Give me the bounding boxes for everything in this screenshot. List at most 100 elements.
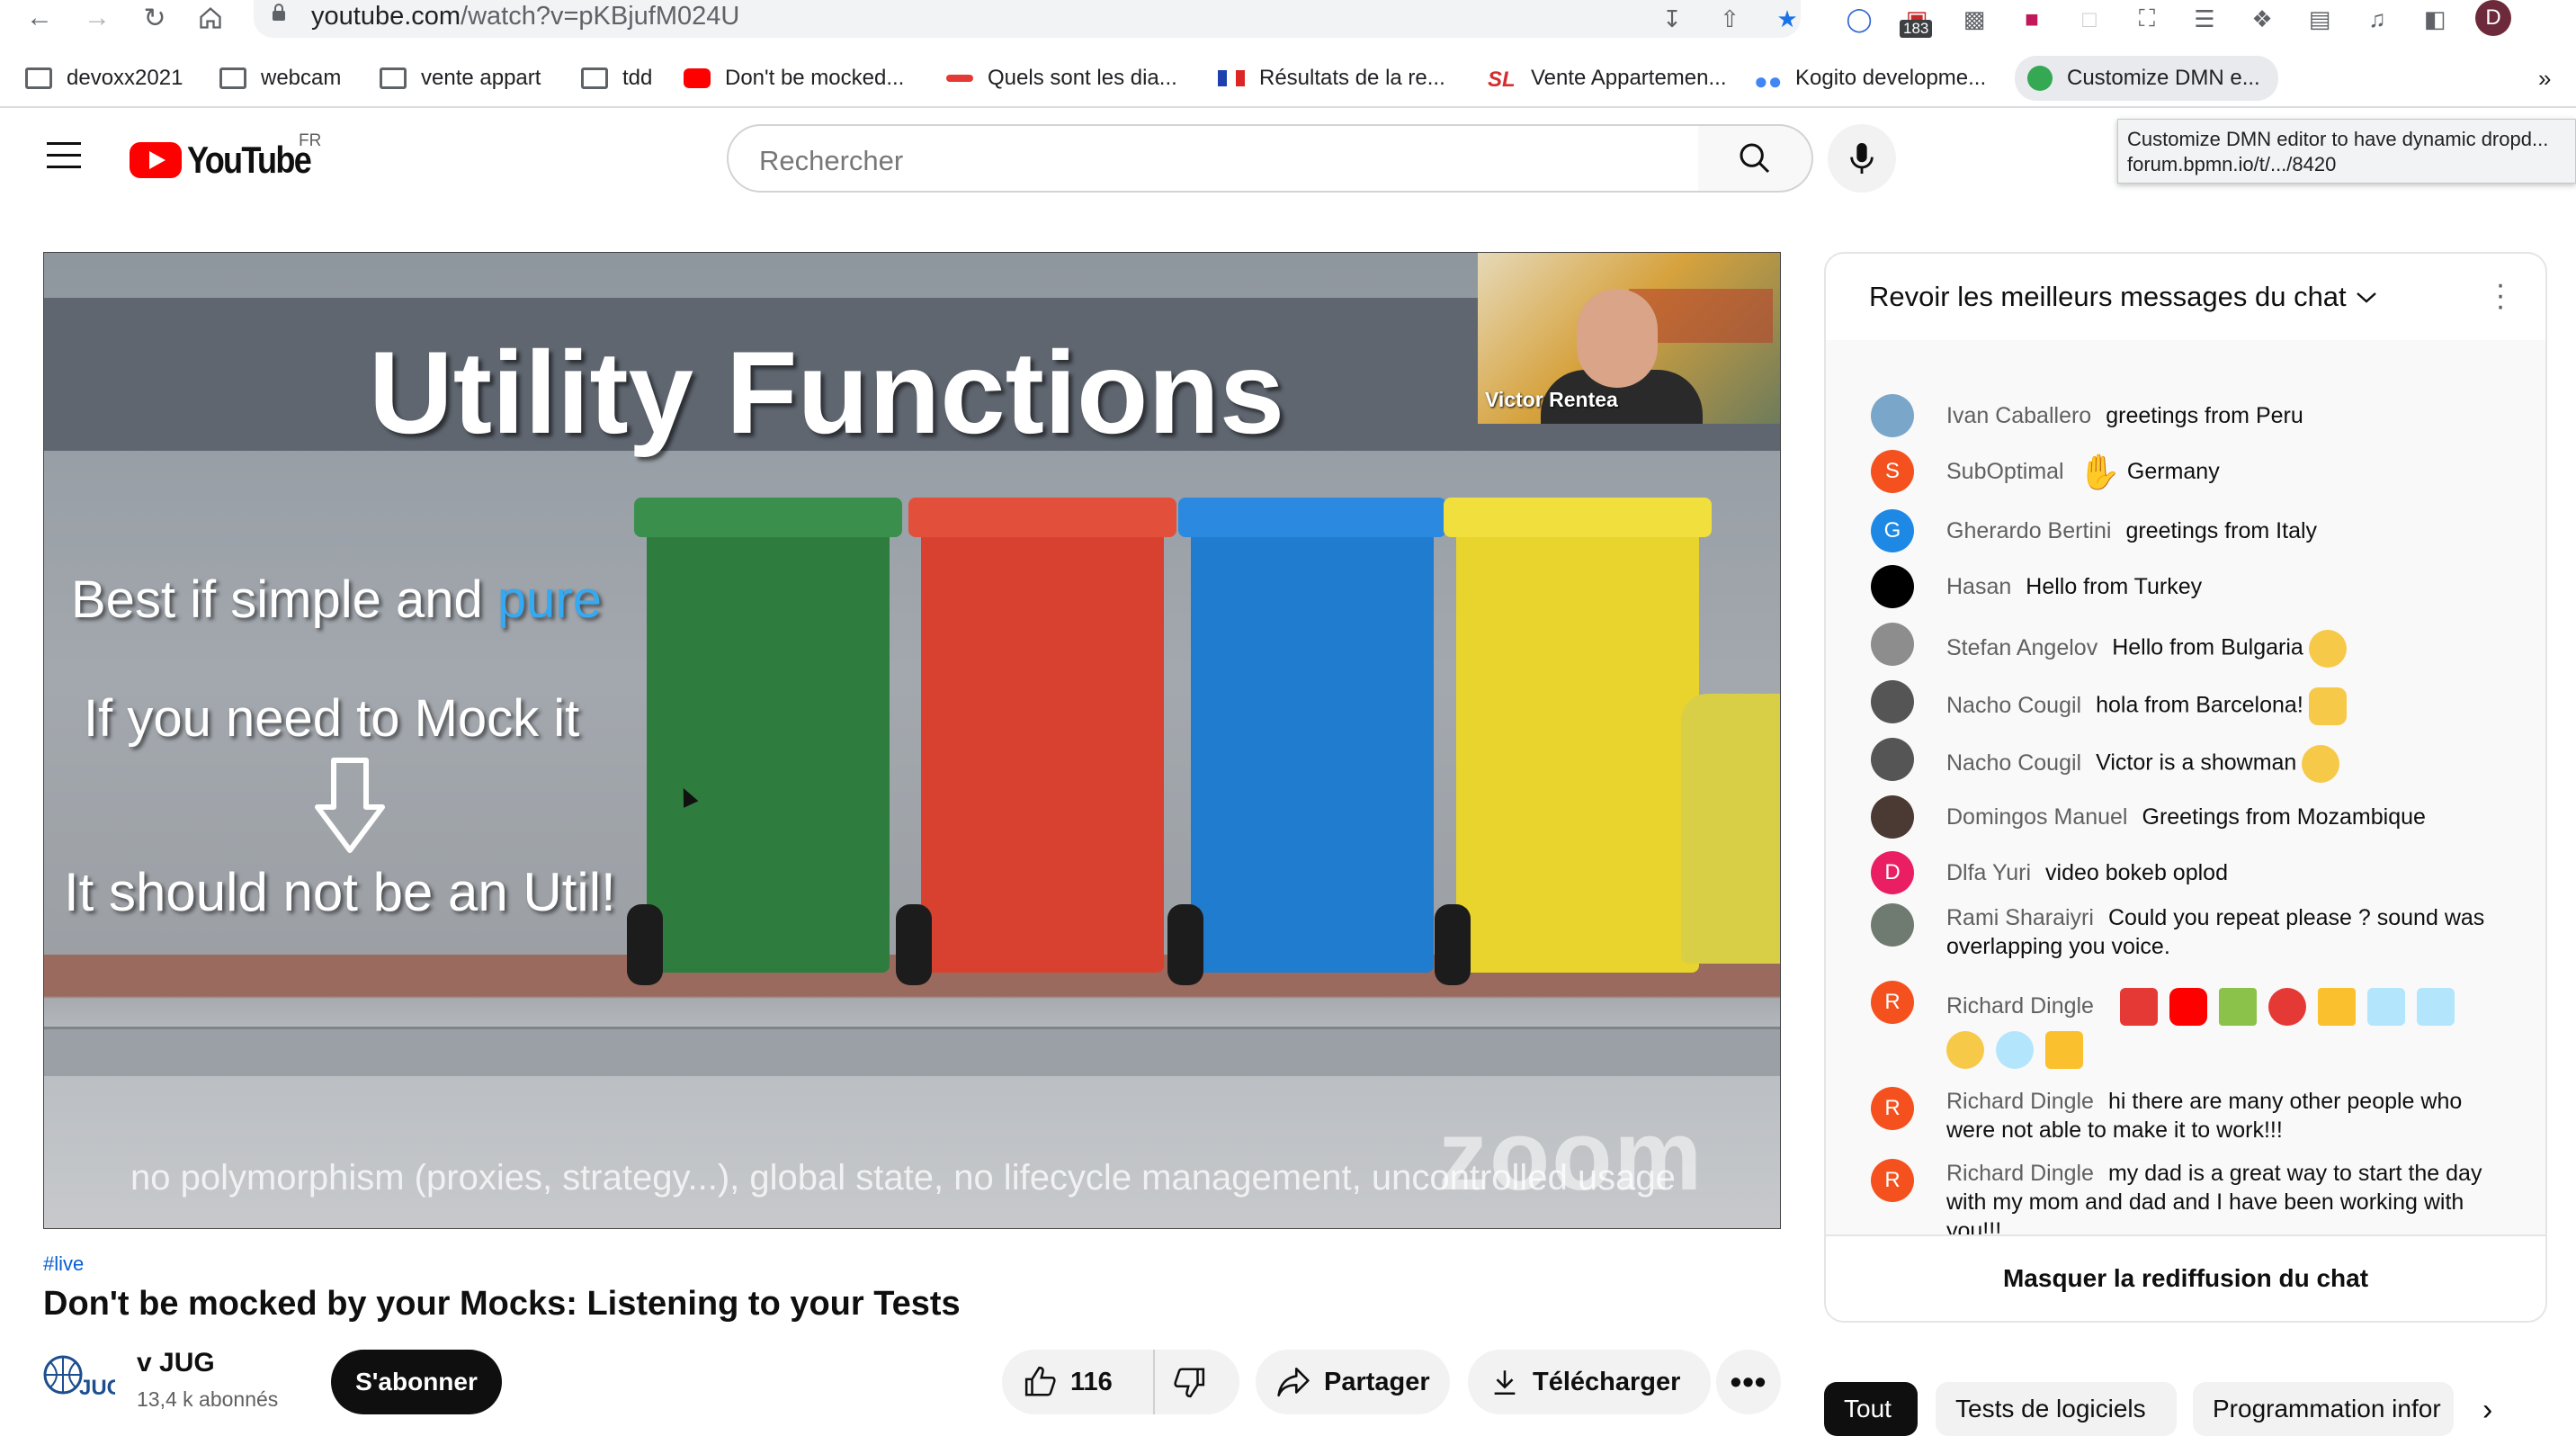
chat-message: Ivan Caballero greetings from Peru [1871,394,2491,437]
avatar: D [1871,851,1914,894]
download-button[interactable]: Télécharger [1468,1350,1711,1414]
thumbs-up-icon [1024,1366,1056,1396]
svg-text:JUG: JUG [79,1376,115,1400]
download-icon [1494,1370,1516,1396]
chat-message: Domingos Manuel Greetings from Mozambique [1871,795,2491,839]
menu-icon[interactable] [47,142,81,169]
avatar: G [1871,509,1914,552]
chevron-right-icon[interactable]: › [2482,1393,2492,1428]
channel-name[interactable]: v JUG [137,1348,215,1378]
cast-icon[interactable]: ▤ [2303,2,2337,36]
dislike-button[interactable] [1155,1350,1236,1414]
avatar [1871,738,1914,781]
chip-all[interactable]: Tout [1824,1382,1918,1436]
bookmark-item[interactable]: Résultats de la re... [1218,56,1445,101]
folder-icon [219,67,246,89]
extension-piano-icon[interactable]: ▩ [1957,2,1991,36]
bookmark-item[interactable]: ●● Kogito developme... [1754,56,1986,101]
country-code: FR [299,131,322,150]
bookmark-star-icon[interactable]: ★ [1770,2,1804,36]
back-arrow-icon[interactable]: ← [22,0,58,36]
chat-message: Rami Sharaiyri Could you repeat please ? … [1871,903,2491,961]
youtube-icon [684,68,711,88]
reload-icon[interactable]: ↻ [137,0,173,36]
folder-icon [581,67,608,89]
search-input[interactable] [757,144,1570,178]
chat-more-icon[interactable]: · · · [2495,269,2506,321]
search-button[interactable] [1698,124,1813,193]
avatar [1871,680,1914,723]
side-panel-icon[interactable]: ◧ [2418,2,2452,36]
extension-grey-icon[interactable]: □ [2072,2,2106,36]
extension-compass-icon[interactable]: ◯ [1842,2,1876,36]
extension-badge: 183 [1900,20,1933,38]
search-icon [1740,143,1770,174]
extension-pink-icon[interactable]: ■ [2015,2,2049,36]
bookmark-item[interactable]: SL Vente Appartemen... [1488,56,1727,101]
screenshot-icon[interactable]: ⛶ [2130,2,2164,36]
bookmarks-bar: devoxx2021 webcam vente appart tdd Don't… [0,56,2576,101]
hide-chat-replay-button[interactable]: Masquer la rediffusion du chat [1826,1234,2545,1321]
bookmark-item[interactable]: devoxx2021 [25,56,183,101]
chat-message: Hasan Hello from Turkey [1871,565,2491,608]
speaker-face [1577,289,1658,388]
bpmn-icon [2027,66,2053,91]
share-icon[interactable]: ⇧ [1713,2,1747,36]
thumbs-down-icon [1174,1368,1205,1398]
avatar [1871,394,1914,437]
bowtie-emoji-icon [2218,988,2257,1026]
avatar: R [1871,1159,1914,1202]
chevron-down-icon [2357,292,2377,303]
avatar: R [1871,1087,1914,1130]
bookmark-item[interactable]: Quels sont les dia... [946,56,1177,101]
voice-search-button[interactable] [1828,124,1896,193]
address-bar[interactable]: youtube.com/watch?v=pKBjufM024U [254,0,1801,38]
chat-message: S SubOptimal ✋ Germany [1871,450,2491,493]
puzzle-icon[interactable]: ❖ [2245,2,2279,36]
chat-message: R Richard Dingle my dad is a great way to… [1871,1159,2491,1245]
chat-message: Nacho Cougil Victor is a showman [1871,738,2491,783]
speaker-webcam: Victor Rentea [1478,253,1780,424]
chip-software-testing[interactable]: Tests de logiciels [1936,1382,2177,1436]
profile-avatar[interactable]: D [2475,0,2511,36]
chip-programming[interactable]: Programmation infor [2193,1382,2454,1436]
media-queue-icon[interactable]: ♫ [2360,2,2394,36]
bookmarks-overflow-icon[interactable]: » [2538,56,2551,101]
blue-bin [1167,498,1446,985]
avatar: S [1871,450,1914,493]
waving-hand-icon: ✋ [2078,453,2121,492]
browser-toolbar: ← → ↻ youtube.com/watch?v=pKBjufM024U ↧ … [0,0,2576,38]
url-text: youtube.com/watch?v=pKBjufM024U [311,2,740,31]
bookmark-item[interactable]: vente appart [380,56,541,101]
extension-list-icon[interactable]: ☰ [2187,2,2222,36]
chat-message: G Gherardo Bertini greetings from Italy [1871,509,2491,552]
bookmark-item[interactable]: Customize DMN e... [2015,56,2278,101]
folder-icon [380,67,407,89]
grin-emoji-icon [1946,1031,1984,1069]
people-icon: ●● [1754,67,1783,94]
subscribe-button[interactable]: S'abonner [331,1350,502,1414]
waving-hand-icon [2308,687,2347,725]
bookmark-item[interactable]: Don't be mocked... [684,56,904,101]
subscriber-count: 13,4 k abonnés [137,1387,279,1411]
chat-message: R Richard Dingle [1871,981,2491,1069]
stop-hand-emoji-icon [2267,988,2306,1026]
folder-icon [25,67,52,89]
bookmark-item[interactable]: tdd [581,56,652,101]
avatar [1871,795,1914,839]
down-arrow-icon [315,758,385,853]
bookmark-item[interactable]: webcam [219,56,341,101]
like-button[interactable]: 116 [1002,1350,1155,1414]
chat-mode-dropdown[interactable]: Revoir les meilleurs messages du chat [1869,281,2379,313]
video-player[interactable]: Utility Functions Best if simple and pur… [43,252,1781,1229]
forward-arrow-icon[interactable]: → [79,0,115,36]
green-bin [627,498,902,985]
home-icon[interactable] [192,0,228,36]
install-icon[interactable]: ↧ [1655,2,1689,36]
avatar [1871,623,1914,666]
hashtag-link[interactable]: #live [43,1252,84,1276]
share-button[interactable]: Partager [1256,1350,1450,1414]
speaker-name: Victor Rentea [1485,388,1618,411]
channel-logo-icon[interactable]: JUG [43,1350,115,1404]
more-actions-icon[interactable]: ••• [1716,1350,1781,1414]
